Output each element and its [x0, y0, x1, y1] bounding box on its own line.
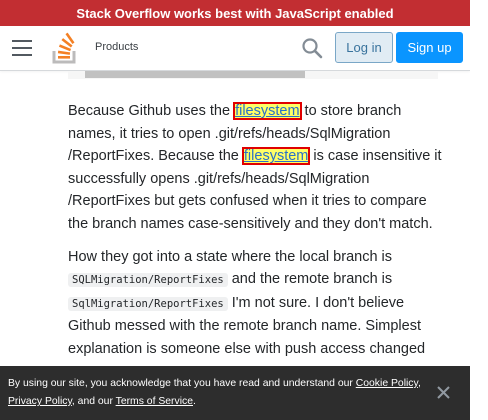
- filesystem-link[interactable]: filesystem: [241, 147, 311, 166]
- filesystem-link[interactable]: filesystem: [233, 102, 302, 120]
- cookie-text: By using our site, you acknowledge that …: [8, 378, 356, 389]
- page-scrollbar[interactable]: [470, 0, 488, 420]
- terms-of-service-link[interactable]: Terms of Service: [116, 396, 193, 407]
- cookie-text: ,: [417, 378, 421, 389]
- privacy-policy-link[interactable]: Privacy Policy: [8, 396, 72, 407]
- close-icon[interactable]: [437, 386, 450, 399]
- answer-paragraph-1: Because Github uses the filesystem to st…: [68, 100, 443, 236]
- paragraph-text: How they got into a state where the loca…: [68, 248, 393, 265]
- cookie-text: .: [193, 396, 196, 407]
- inline-code-remote-branch: SqlMigration/ReportFixes: [68, 296, 228, 311]
- paragraph-text: and the remote branch is: [227, 271, 393, 288]
- cookie-policy-link[interactable]: Cookie Policy: [356, 378, 418, 389]
- javascript-warning-banner: Stack Overflow works best with JavaScrip…: [0, 0, 470, 26]
- signup-button[interactable]: Sign up: [396, 32, 463, 63]
- inline-code-local-branch: SQLMigration/ReportFixes: [68, 273, 228, 288]
- cookie-consent-banner: By using our site, you acknowledge that …: [0, 366, 470, 420]
- code-horizontal-scrollbar[interactable]: [85, 71, 305, 78]
- stackoverflow-logo[interactable]: [50, 31, 80, 65]
- search-icon[interactable]: [301, 37, 323, 59]
- top-bar: Products Log in Sign up: [0, 26, 470, 71]
- banner-text: Stack Overflow works best with JavaScrip…: [76, 5, 394, 21]
- login-button[interactable]: Log in: [335, 32, 393, 63]
- hamburger-icon[interactable]: [12, 40, 32, 56]
- paragraph-text: Because Github uses the: [68, 103, 235, 119]
- products-link[interactable]: Products: [95, 41, 138, 53]
- answer-paragraph-2: How they got into a state where the loca…: [68, 246, 443, 361]
- answer-body: Because Github uses the filesystem to st…: [68, 100, 443, 371]
- cookie-text: , and our: [71, 396, 116, 407]
